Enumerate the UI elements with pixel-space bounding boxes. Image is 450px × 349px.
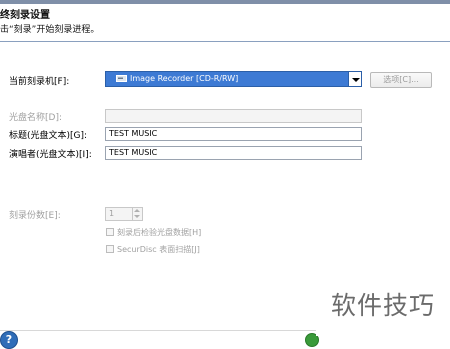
help-icon[interactable]: ? (0, 331, 18, 349)
burner-label: 当前刻录机[F]: (9, 77, 70, 87)
securdisc-checkbox-label: SecurDisc 表面扫描[J] (117, 245, 200, 254)
title-field[interactable]: TEST MUSIC (105, 127, 362, 141)
burner-select[interactable]: Image Recorder [CD-R/RW] (105, 71, 362, 87)
spin-down-icon[interactable] (134, 215, 140, 218)
header-divider (0, 41, 450, 42)
verify-checkbox-label: 刻录后检验光盘数据[H] (117, 228, 202, 237)
spin-buttons[interactable] (132, 208, 142, 220)
spin-up-icon[interactable] (134, 209, 140, 212)
artist-field[interactable]: TEST MUSIC (105, 146, 362, 160)
watermark: 软件技巧 (316, 276, 450, 336)
verify-checkbox[interactable] (106, 228, 114, 236)
page-subtitle: 击“刻录”开始刻录进程。 (0, 25, 100, 35)
title-label: 标题(光盘文本)[G]: (9, 131, 88, 141)
window-top-strip (0, 0, 450, 4)
page-title: 终刻录设置 (0, 10, 50, 21)
disc-name-label: 光盘名称[D]: (9, 113, 62, 123)
chevron-down-icon[interactable] (348, 71, 362, 87)
drive-icon (116, 74, 127, 83)
copies-stepper[interactable]: 1 (105, 207, 143, 221)
disc-name-field[interactable] (105, 109, 362, 123)
copies-label: 刻录份数[E]: (9, 211, 61, 221)
burner-selected-value: Image Recorder [CD-R/RW] (130, 74, 239, 83)
copies-value: 1 (109, 209, 115, 218)
options-button[interactable]: 选项[C]... (370, 72, 432, 88)
securdisc-checkbox[interactable] (106, 245, 114, 253)
artist-label: 演唱者(光盘文本)[I]: (9, 150, 92, 160)
